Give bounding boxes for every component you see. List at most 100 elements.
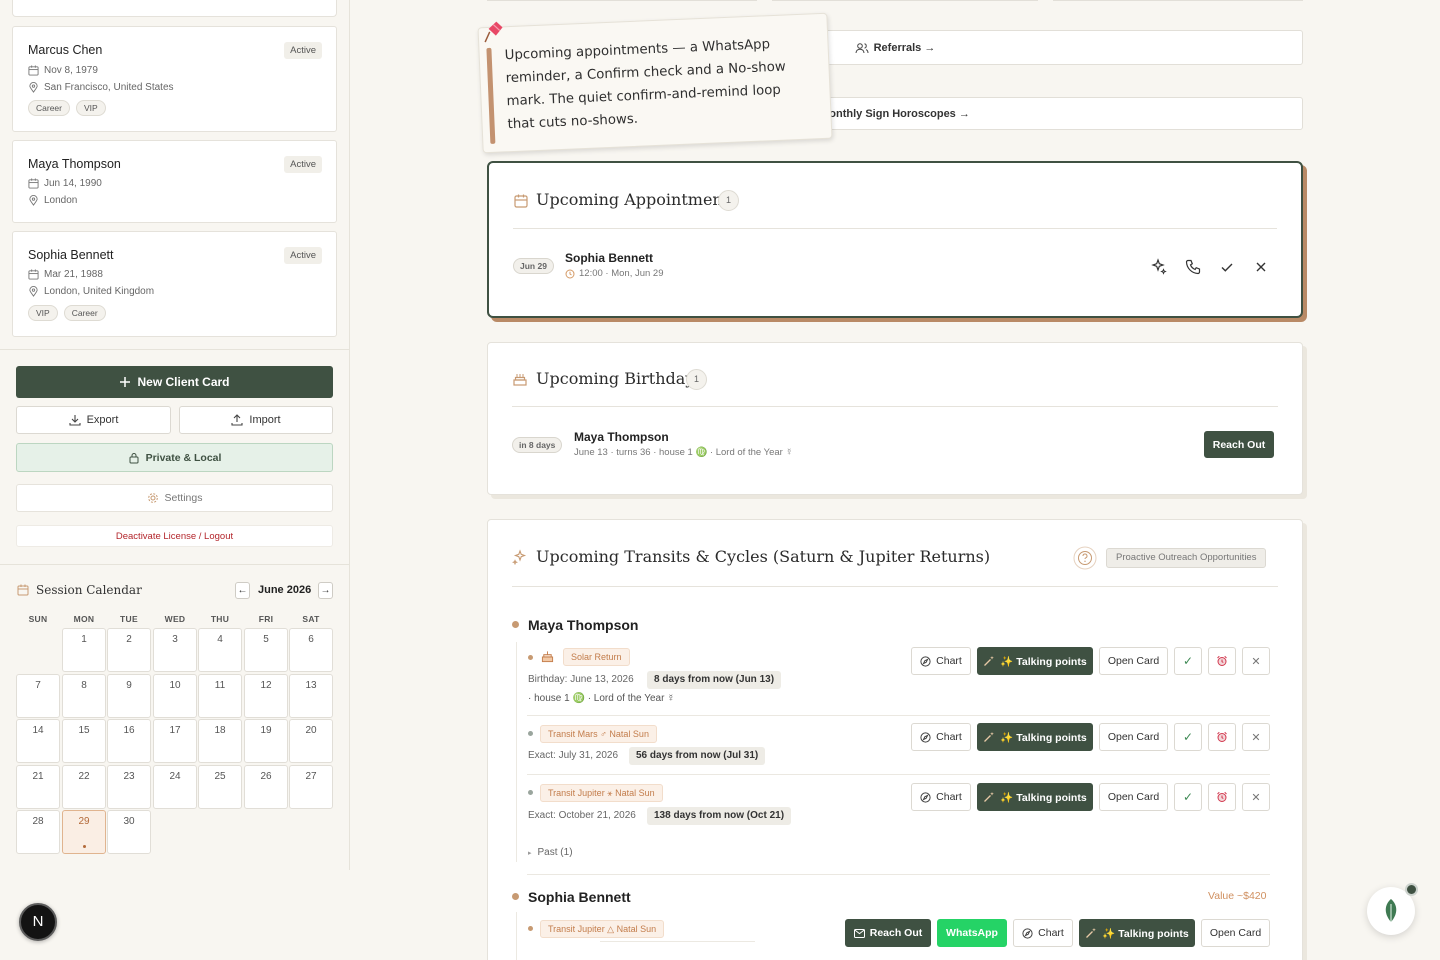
no-show-close-icon[interactable]	[1251, 257, 1271, 277]
confirm-button[interactable]: ✓	[1174, 783, 1202, 811]
client-card[interactable]: Marcus Chen Active Nov 8, 1979 San Franc…	[12, 26, 337, 132]
partial-box	[487, 0, 757, 1]
divider	[513, 228, 1277, 229]
settings-button[interactable]: Settings	[16, 484, 333, 512]
client-name: Sophia Bennett	[28, 248, 114, 262]
calendar-day[interactable]: 28	[16, 810, 60, 854]
calendar-day[interactable]: 30	[107, 810, 151, 854]
chart-button[interactable]: Chart	[911, 783, 971, 811]
calendar-day[interactable]: 6	[289, 628, 333, 672]
calendar-day[interactable]: 11	[198, 673, 242, 718]
calendar-day[interactable]: 8	[62, 673, 106, 718]
calendar-day[interactable]: 20	[289, 719, 333, 763]
event-countdown: 8 days from now (Jun 13)	[647, 671, 782, 689]
calendar-day[interactable]: 23	[107, 764, 151, 809]
confirm-button[interactable]: ✓	[1174, 723, 1202, 751]
calendar-day[interactable]: 27	[289, 764, 333, 809]
partial-box	[1053, 0, 1303, 1]
talking-points-button[interactable]: ✨ Talking points	[977, 647, 1093, 675]
chart-button[interactable]: Chart	[911, 723, 971, 751]
calendar-day[interactable]: 19	[244, 719, 288, 763]
calendar-day[interactable]: 17	[153, 719, 197, 763]
sidebar: Marcus Chen Active Nov 8, 1979 San Franc…	[0, 0, 350, 870]
logout-button[interactable]: Deactivate License / Logout	[16, 525, 333, 547]
button-label: Chart	[936, 731, 962, 743]
alarm-clock-icon	[1217, 655, 1227, 666]
reach-out-button[interactable]: Reach Out	[845, 919, 931, 947]
calendar-day[interactable]: 3	[153, 628, 197, 672]
client-card[interactable]: Sophia Bennett Active Mar 21, 1988 Londo…	[12, 231, 337, 337]
dismiss-button[interactable]: ✕	[1242, 647, 1270, 675]
event-date: Exact: October 21, 2026	[528, 810, 636, 821]
calendar-day[interactable]: 24	[153, 764, 197, 809]
next-month-button[interactable]: →	[318, 582, 333, 599]
dismiss-button[interactable]: ✕	[1242, 723, 1270, 751]
whatsapp-button[interactable]: WhatsApp	[937, 919, 1007, 947]
event-date: Exact: July 31, 2026	[528, 750, 619, 761]
open-card-button[interactable]: Open Card	[1099, 647, 1168, 675]
calendar-day[interactable]: 14	[16, 719, 60, 763]
help-icon[interactable]	[1073, 546, 1097, 570]
person-name[interactable]: Sophia Bennett	[528, 889, 631, 905]
calendar-day[interactable]: 29	[62, 810, 106, 854]
open-card-button[interactable]: Open Card	[1201, 919, 1270, 947]
phone-icon[interactable]	[1183, 257, 1203, 277]
calendar-day[interactable]: 22	[62, 764, 106, 809]
confirm-button[interactable]: ✓	[1174, 647, 1202, 675]
calendar-day[interactable]: 26	[244, 764, 288, 809]
talking-points-button[interactable]: ✨ Talking points	[977, 723, 1093, 751]
nextjs-dev-badge[interactable]: N	[19, 903, 57, 941]
calendar-day[interactable]: 25	[198, 764, 242, 809]
calendar-day[interactable]: 5	[244, 628, 288, 672]
calendar-day[interactable]: 15	[62, 719, 106, 763]
calendar-day[interactable]: 13	[289, 673, 333, 718]
pushpin-icon	[484, 21, 503, 43]
calendar-day[interactable]: 7	[16, 673, 60, 718]
dismiss-button[interactable]: ✕	[1242, 783, 1270, 811]
client-card-partial[interactable]	[12, 0, 337, 17]
remind-button[interactable]	[1208, 783, 1236, 811]
calendar-day[interactable]: 4	[198, 628, 242, 672]
chart-button[interactable]: Chart	[911, 647, 971, 675]
import-button[interactable]: Import	[179, 406, 333, 434]
close-icon: ✕	[1251, 791, 1261, 804]
appointment-client-name[interactable]: Sophia Bennett	[565, 251, 653, 265]
open-card-button[interactable]: Open Card	[1099, 723, 1168, 751]
cake-icon	[541, 651, 554, 663]
button-label: ✨ Talking points	[1000, 655, 1087, 668]
client-card[interactable]: Maya Thompson Active Jun 14, 1990 London	[12, 140, 337, 223]
chart-button[interactable]: Chart	[1013, 919, 1073, 947]
calendar-day[interactable]: 1	[62, 628, 106, 672]
value-estimate: Value ~$420	[1208, 890, 1267, 902]
export-button[interactable]: Export	[16, 406, 171, 434]
appointment-date: Jun 29	[513, 258, 554, 274]
confirm-check-icon[interactable]	[1217, 257, 1237, 277]
remind-button[interactable]	[1208, 647, 1236, 675]
private-local-button[interactable]: Private & Local	[16, 443, 333, 472]
birthday-client-name[interactable]: Maya Thompson	[574, 430, 669, 444]
new-client-card-button[interactable]: New Client Card	[16, 366, 333, 398]
prev-month-button[interactable]: ←	[235, 582, 250, 599]
calendar-day[interactable]: 16	[107, 719, 151, 763]
calendar-day[interactable]: 21	[16, 764, 60, 809]
panel-title: Upcoming Appointments	[536, 190, 738, 209]
past-toggle[interactable]: ▸ Past (1)	[528, 847, 573, 858]
check-icon: ✓	[1182, 654, 1194, 668]
alarm-clock-icon	[1217, 791, 1227, 802]
remind-button[interactable]	[1208, 723, 1236, 751]
talking-points-button[interactable]: ✨ Talking points	[977, 783, 1093, 811]
timeline-line	[516, 642, 517, 862]
calendar-day[interactable]: 12	[244, 673, 288, 718]
gear-icon	[147, 493, 158, 503]
calendar-day[interactable]: 10	[153, 673, 197, 718]
talking-points-button[interactable]: ✨ Talking points	[1079, 919, 1195, 947]
map-pin-icon	[29, 286, 38, 297]
calendar-day[interactable]: 9	[107, 673, 151, 718]
calendar-day[interactable]: 2	[107, 628, 151, 672]
person-name[interactable]: Maya Thompson	[528, 617, 638, 633]
calendar-day[interactable]: 18	[198, 719, 242, 763]
sparkles-icon[interactable]	[1149, 257, 1169, 277]
reach-out-button[interactable]: Reach Out	[1204, 431, 1274, 458]
button-label: ✨ Talking points	[1000, 791, 1087, 804]
open-card-button[interactable]: Open Card	[1099, 783, 1168, 811]
